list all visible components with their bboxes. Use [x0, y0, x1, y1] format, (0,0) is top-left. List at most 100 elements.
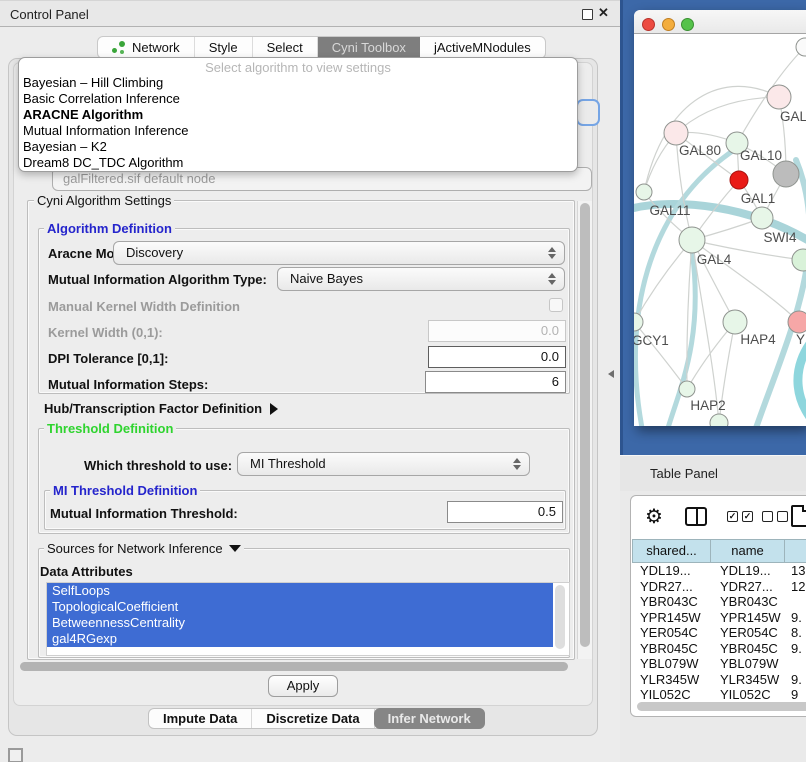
table-row[interactable]: YER054CYER054C8.	[632, 625, 806, 641]
select-all-checkbox-icon[interactable]: ✓	[727, 511, 738, 522]
scrollbar-thumb[interactable]	[20, 662, 568, 671]
table-row[interactable]: YBL079WYBL079W	[632, 656, 806, 672]
table-panel-title: Table Panel	[650, 466, 718, 481]
zoom-traffic-light-icon[interactable]	[681, 18, 694, 31]
column-header[interactable]: A	[784, 539, 806, 563]
algorithm-item[interactable]: Bayesian – K2	[19, 139, 577, 155]
scrollbar-thumb[interactable]	[637, 702, 806, 711]
table-cell: 9.	[784, 641, 806, 657]
gear-icon[interactable]: ⚙	[645, 504, 663, 529]
settings-vertical-scrollbar[interactable]	[577, 201, 592, 659]
algorithm-item[interactable]: Mutual Information Inference	[19, 123, 577, 139]
manual-kernel-checkbox[interactable]	[549, 298, 563, 312]
column-header[interactable]: name	[710, 539, 784, 563]
tab-jactivemnodules[interactable]: jActiveMNodules	[420, 37, 545, 58]
minimize-traffic-light-icon[interactable]	[662, 18, 675, 31]
table-row[interactable]: YBR043CYBR043C	[632, 594, 806, 610]
tab-discretize-data[interactable]: Discretize Data	[252, 709, 374, 728]
network-node[interactable]	[751, 207, 773, 229]
table-row[interactable]: YDR27...YDR27...12	[632, 579, 806, 595]
algorithm-definition-title: Algorithm Definition	[44, 221, 175, 236]
attribute-item[interactable]: BetweennessCentrality	[47, 615, 553, 631]
which-threshold-value: MI Threshold	[250, 456, 326, 471]
tab-cyni-toolbox[interactable]: Cyni Toolbox	[318, 37, 420, 58]
table-cell	[784, 656, 806, 672]
network-edge	[644, 86, 779, 192]
algorithm-combo-focus-ring[interactable]	[576, 99, 600, 126]
aracne-mode-select[interactable]: Discovery	[113, 241, 565, 265]
bottom-corner-icon[interactable]	[8, 748, 23, 762]
table-cell: YBR043C	[710, 594, 784, 610]
algorithm-dropdown-popup: Select algorithm to view settings Bayesi…	[18, 57, 578, 172]
network-node[interactable]	[710, 414, 728, 426]
network-node[interactable]	[730, 171, 748, 189]
which-threshold-select[interactable]: MI Threshold	[237, 452, 530, 476]
table-row[interactable]: YLR345WYLR345W9.	[632, 672, 806, 688]
spinner-arrows-icon	[548, 246, 556, 260]
network-edge	[798, 334, 806, 426]
table-cell: 13	[784, 563, 806, 579]
tab-network[interactable]: Network	[98, 37, 195, 58]
tab-style[interactable]: Style	[195, 37, 253, 58]
bottom-tabbar: Impute Data Discretize Data Infer Networ…	[148, 708, 485, 729]
table-body: YDL19...YDL19...13YDR27...YDR27...12YBR0…	[632, 563, 806, 702]
data-attributes-label: Data Attributes	[40, 564, 133, 579]
network-node[interactable]	[634, 313, 643, 331]
kernel-width-field[interactable]: 0.0	[428, 320, 566, 342]
table-row[interactable]: YDL19...YDL19...13	[632, 563, 806, 579]
table-row[interactable]: YBR045CYBR045C9.	[632, 641, 806, 657]
table-cell: YLR345W	[632, 672, 710, 688]
tab-select[interactable]: Select	[253, 37, 318, 58]
network-node[interactable]	[767, 85, 791, 109]
table-row[interactable]: YIL052CYIL052C9	[632, 687, 806, 702]
apply-button[interactable]: Apply	[268, 675, 338, 697]
tab-infer-network[interactable]: Infer Network	[374, 708, 485, 729]
network-node-label: HAP2	[690, 398, 725, 413]
attributes-scrollbar[interactable]	[555, 585, 565, 649]
network-node[interactable]	[679, 381, 695, 397]
tab-label: Cyni Toolbox	[332, 40, 406, 55]
attribute-item[interactable]: TopologicalCoefficient	[47, 599, 553, 615]
deselect-all-checkbox-icon[interactable]	[777, 511, 788, 522]
scrollbar-thumb[interactable]	[580, 203, 590, 647]
close-icon[interactable]: ✕	[598, 5, 609, 21]
table-horizontal-scrollbar[interactable]	[635, 701, 806, 713]
network-node[interactable]	[679, 227, 705, 253]
dpi-tolerance-field[interactable]: 0.0	[428, 346, 566, 368]
network-window[interactable]: GALGAL80GAL10GAL1GAL11SWI4GAL4GCY1HAP4YH…	[634, 10, 806, 426]
algorithm-item[interactable]: Bayesian – Hill Climbing	[19, 75, 577, 91]
deselect-all-checkbox-icon[interactable]	[762, 511, 773, 522]
mi-steps-field[interactable]: 6	[425, 371, 566, 393]
network-node[interactable]	[723, 310, 747, 334]
algorithm-item[interactable]: Dream8 DC_TDC Algorithm	[19, 155, 577, 171]
table-row[interactable]: YPR145WYPR145W9.	[632, 610, 806, 626]
float-window-icon[interactable]	[582, 9, 593, 20]
network-node[interactable]	[636, 184, 652, 200]
network-node[interactable]	[796, 38, 806, 56]
network-node[interactable]	[788, 311, 806, 333]
select-all-checkbox-icon[interactable]: ✓	[742, 511, 753, 522]
network-window-titlebar[interactable]	[634, 10, 806, 34]
table-cell: YBR045C	[710, 641, 784, 657]
table-cell: YBR045C	[632, 641, 710, 657]
network-node[interactable]	[792, 249, 806, 271]
attribute-item[interactable]: gal4RGexp	[47, 631, 553, 647]
hub-definition-toggle[interactable]: Hub/Transcription Factor Definition	[44, 401, 278, 416]
mi-threshold-field[interactable]: 0.5	[447, 501, 563, 523]
network-node[interactable]	[664, 121, 688, 145]
settings-horizontal-scrollbar[interactable]	[16, 662, 580, 672]
splitter-collapse-icon[interactable]	[608, 370, 614, 378]
tab-impute-data[interactable]: Impute Data	[149, 709, 252, 728]
table-cell: 9.	[784, 672, 806, 688]
export-table-icon[interactable]	[791, 505, 806, 527]
columns-icon[interactable]	[685, 507, 707, 526]
sources-group-title[interactable]: Sources for Network Inference	[44, 541, 244, 556]
attribute-item[interactable]: SelfLoops	[47, 583, 553, 599]
algorithm-item[interactable]: ARACNE Algorithm	[19, 107, 577, 123]
mi-type-select[interactable]: Naive Bayes	[277, 267, 565, 291]
network-canvas[interactable]: GALGAL80GAL10GAL1GAL11SWI4GAL4GCY1HAP4YH…	[634, 34, 806, 426]
network-node[interactable]	[773, 161, 799, 187]
close-traffic-light-icon[interactable]	[642, 18, 655, 31]
column-header[interactable]: shared...	[632, 539, 710, 563]
algorithm-item[interactable]: Basic Correlation Inference	[19, 91, 577, 107]
